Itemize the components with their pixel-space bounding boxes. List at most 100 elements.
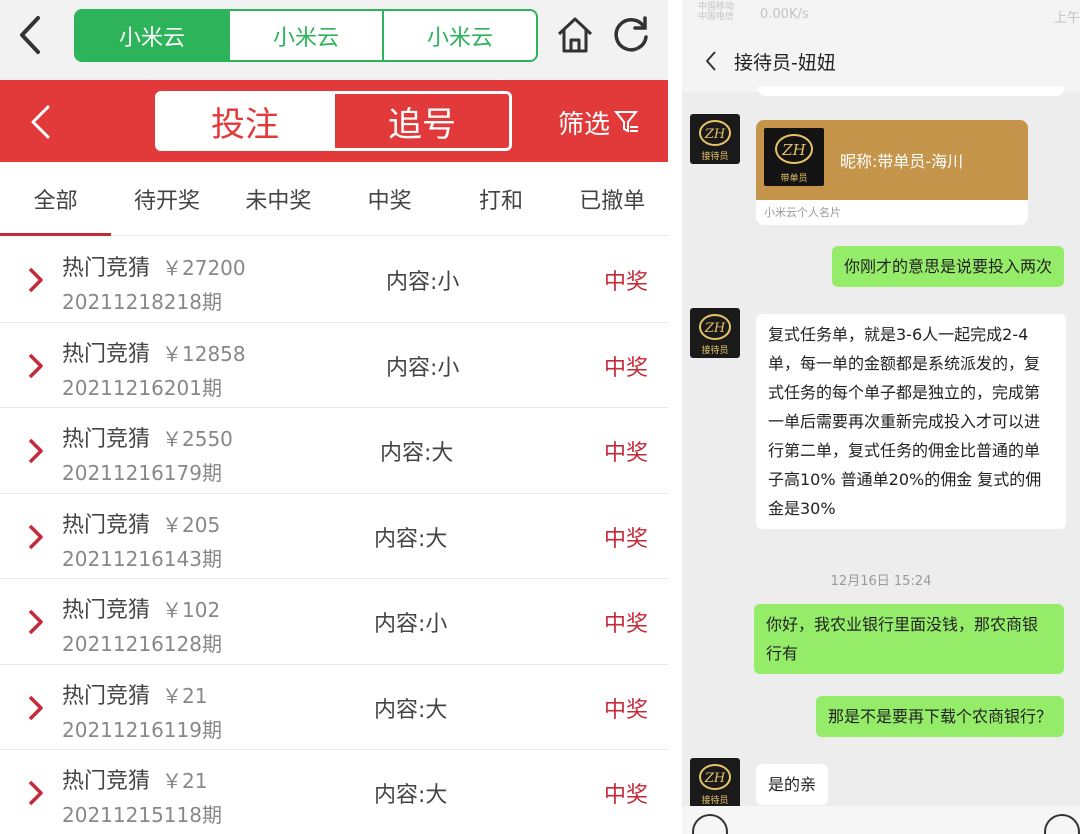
avatar[interactable]: ZH 接待员 — [690, 114, 740, 164]
result-badge: 中奖 — [603, 526, 648, 552]
filter-label: 筛选 — [558, 109, 611, 140]
chat-title: 接待员-妞妞 — [734, 52, 836, 74]
top-toolbar: 小米云 小米云 小米云 — [0, 0, 668, 80]
chat-panel: 中国移动 中国电信 0.00K/s 上午 接待员-妞妞 ZH 接待员 ZH 带单… — [682, 0, 1080, 834]
svg-text:ZH: ZH — [704, 127, 726, 142]
svg-text:ZH: ZH — [704, 321, 726, 336]
tab-cancelled[interactable]: 已撤单 — [557, 162, 668, 235]
segment-tab-3[interactable]: 小米云 — [382, 11, 536, 60]
card-footer: 小米云个人名片 — [764, 206, 841, 219]
period-number: 20211215118期 — [62, 803, 222, 827]
carrier-1: 中国移动 — [698, 2, 735, 12]
bet-row[interactable]: 热门竞猜 ￥102 20211216128期 内容:小 中奖 — [0, 579, 668, 665]
result-badge: 中奖 — [603, 612, 648, 637]
bet-amount: ￥205 — [162, 512, 221, 537]
tab-pending[interactable]: 待开奖 — [111, 162, 222, 235]
card-avatar: ZH 带单员 — [764, 128, 824, 186]
bet-row[interactable]: 热门竞猜 ￥12858 20211216201期 内容:小 中奖 — [0, 322, 668, 408]
net-speed: 0.00K/s — [760, 7, 809, 22]
logo-icon: ZH — [699, 314, 731, 340]
bet-mode-toggle: 投注 追号 — [155, 91, 512, 151]
clock: 上午 — [1053, 11, 1080, 26]
bet-amount: ￥102 — [162, 598, 221, 622]
bet-row[interactable]: 热门竞猜 ￥27200 20211218218期 内容:小 中奖 — [0, 237, 668, 323]
segment-tab-2[interactable]: 小米云 — [228, 11, 382, 60]
result-badge: 中奖 — [603, 270, 648, 295]
bet-row[interactable]: 热门竞猜 ￥21 20211215118期 内容:大 中奖 — [0, 750, 668, 834]
game-name: 热门竞猜 — [62, 769, 151, 794]
back-icon[interactable] — [28, 104, 52, 140]
avatar[interactable]: ZH 接待员 — [690, 308, 740, 358]
back-icon[interactable] — [14, 14, 46, 56]
voice-icon[interactable] — [692, 814, 728, 834]
bet-content: 内容:大 — [374, 697, 448, 723]
chevron-right-icon — [28, 780, 43, 806]
bet-list: 热门竞猜 ￥27200 20211218218期 内容:小 中奖 热门竞猜 ￥1… — [0, 237, 668, 834]
tab-won[interactable]: 中奖 — [334, 162, 445, 235]
svg-text:ZH: ZH — [781, 141, 806, 159]
game-name: 热门竞猜 — [62, 341, 151, 367]
bet-content: 内容:小 — [386, 270, 460, 295]
bet-amount: ￥21 — [162, 769, 208, 793]
chevron-right-icon — [28, 267, 43, 293]
message-bubble-sent[interactable]: 那是不是要再下载个农商银行？ — [815, 696, 1064, 737]
tab-bet[interactable]: 投注 — [158, 94, 332, 148]
segment-tab-1[interactable]: 小米云 — [76, 11, 228, 60]
tab-draw[interactable]: 打和 — [445, 162, 556, 235]
game-name: 热门竞猜 — [62, 512, 151, 538]
period-number: 20211218218期 — [62, 290, 222, 314]
period-number: 20211216179期 — [62, 461, 222, 485]
message-bubble-received[interactable]: 是的亲 — [756, 764, 829, 805]
message-bubble-sent[interactable]: 你好，我农业银行里面没钱，那农商银行有 — [754, 604, 1064, 674]
chat-header: 接待员-妞妞 — [682, 30, 1080, 92]
bet-row[interactable]: 热门竞猜 ￥205 20211216143期 内容:大 中奖 — [0, 493, 668, 579]
result-badge: 中奖 — [603, 697, 648, 723]
filter-button[interactable]: 筛选 — [558, 102, 640, 142]
input-bar — [682, 806, 1080, 834]
chevron-right-icon — [28, 524, 43, 549]
bet-content: 内容:小 — [386, 355, 460, 381]
period-number: 20211216119期 — [62, 717, 222, 742]
logo-icon: ZH — [699, 120, 731, 146]
filter-icon — [614, 111, 639, 133]
tab-lost[interactable]: 未中奖 — [223, 162, 334, 235]
carrier-2: 中国电信 — [698, 12, 735, 22]
refresh-icon[interactable] — [610, 13, 652, 55]
period-number: 20211216128期 — [62, 632, 222, 656]
emoji-icon[interactable] — [1044, 814, 1080, 834]
logo-icon: ZH — [699, 764, 731, 790]
bet-amount: ￥2550 — [162, 427, 233, 451]
bet-content: 内容:大 — [374, 526, 448, 552]
result-badge: 中奖 — [603, 783, 648, 808]
home-icon[interactable] — [554, 14, 596, 56]
bet-content: 内容:大 — [380, 441, 454, 466]
bet-content: 内容:大 — [374, 783, 448, 808]
bet-row[interactable]: 热门竞猜 ￥2550 20211216179期 内容:大 中奖 — [0, 408, 668, 494]
period-number: 20211216201期 — [62, 375, 222, 400]
game-name: 热门竞猜 — [62, 598, 151, 623]
carrier-labels: 中国移动 中国电信 — [698, 2, 734, 22]
panel-divider — [668, 0, 682, 834]
tab-chase[interactable]: 追号 — [332, 94, 509, 148]
game-name: 热门竞猜 — [62, 427, 151, 452]
bet-amount: ￥21 — [162, 683, 208, 708]
game-name: 热门竞猜 — [62, 683, 151, 709]
avatar-label: 接待员 — [701, 346, 729, 356]
status-tabs: 全部 待开奖 未中奖 中奖 打和 已撤单 — [0, 162, 668, 236]
bet-row[interactable]: 热门竞猜 ￥21 20211216119期 内容:大 中奖 — [0, 664, 668, 750]
card-avatar-label: 带单员 — [780, 174, 808, 184]
result-badge: 中奖 — [603, 441, 648, 466]
period-number: 20211216143期 — [62, 546, 222, 571]
result-badge: 中奖 — [603, 355, 648, 381]
contact-card[interactable]: ZH 带单员 昵称:带单员-海川 小米云个人名片 — [756, 120, 1028, 225]
chevron-right-icon — [28, 353, 43, 378]
message-bubble-sent[interactable]: 你刚才的意思是说要投入两次 — [831, 246, 1064, 287]
betting-app-panel: 小米云 小米云 小米云 投注 追号 筛选 全部 待开奖 未中奖 中奖 打和 已撤… — [0, 0, 668, 834]
message-list: ZH 接待员 ZH 带单员 昵称:带单员-海川 小米云个人名片 你刚才的意思是说… — [682, 86, 1080, 834]
avatar[interactable]: ZH 接待员 — [690, 758, 740, 808]
back-icon[interactable] — [704, 50, 718, 72]
tab-all[interactable]: 全部 — [0, 162, 112, 236]
message-bubble-received[interactable]: 复式任务单，就是3-6人一起完成2-4单，每一单的金额都是系统派发的，复式任务的… — [756, 314, 1066, 529]
svg-text:ZH: ZH — [704, 771, 726, 786]
chevron-right-icon — [28, 609, 43, 635]
